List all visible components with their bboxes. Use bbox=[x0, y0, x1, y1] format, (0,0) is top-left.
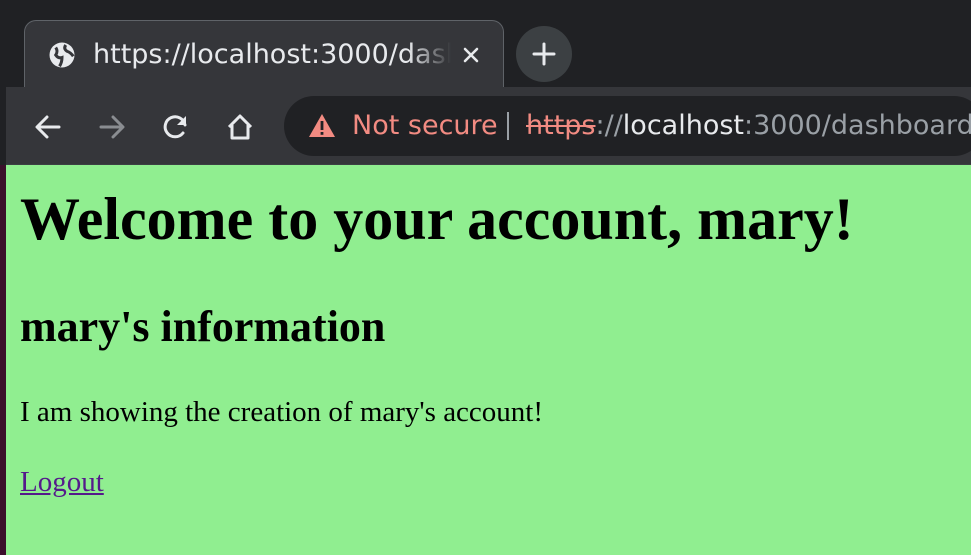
globe-icon bbox=[49, 42, 75, 68]
url-scheme: https bbox=[526, 110, 596, 141]
reload-button[interactable] bbox=[154, 105, 198, 149]
section-heading: mary's information bbox=[20, 302, 386, 351]
home-icon bbox=[227, 114, 253, 140]
reload-icon bbox=[163, 115, 187, 139]
tab-strip: https://localhost:3000/dashboard bbox=[6, 0, 971, 87]
body-text: I am showing the creation of mary's acco… bbox=[20, 396, 544, 428]
tab-title: https://localhost:3000/dashboard bbox=[93, 39, 451, 70]
omnibox-divider bbox=[507, 112, 509, 140]
page-title: Welcome to your account, mary! bbox=[20, 186, 854, 252]
security-status[interactable]: Not secure bbox=[352, 106, 498, 146]
browser-tab[interactable]: https://localhost:3000/dashboard bbox=[24, 20, 504, 87]
forward-button[interactable] bbox=[90, 105, 134, 149]
warning-icon[interactable] bbox=[308, 112, 336, 140]
url-separator: :// bbox=[595, 110, 623, 141]
page-content: Welcome to your account, mary! mary's in… bbox=[6, 165, 971, 555]
home-button[interactable] bbox=[218, 105, 262, 149]
url-text[interactable]: https://localhost:3000/dashboard bbox=[526, 106, 971, 146]
plus-icon bbox=[532, 42, 556, 66]
url-path: :3000/dashboard bbox=[744, 110, 971, 141]
close-icon[interactable] bbox=[455, 39, 487, 71]
new-tab-button[interactable] bbox=[516, 26, 572, 82]
url-host: localhost bbox=[622, 110, 744, 141]
logout-link[interactable]: Logout bbox=[20, 462, 104, 502]
back-button[interactable] bbox=[26, 105, 70, 149]
arrow-left-icon bbox=[35, 115, 61, 139]
arrow-right-icon bbox=[99, 115, 125, 139]
browser-chrome: https://localhost:3000/dashboard bbox=[0, 0, 971, 165]
browser-toolbar: Not secure https://localhost:3000/dashbo… bbox=[6, 87, 971, 165]
address-bar[interactable]: Not secure https://localhost:3000/dashbo… bbox=[284, 96, 971, 156]
